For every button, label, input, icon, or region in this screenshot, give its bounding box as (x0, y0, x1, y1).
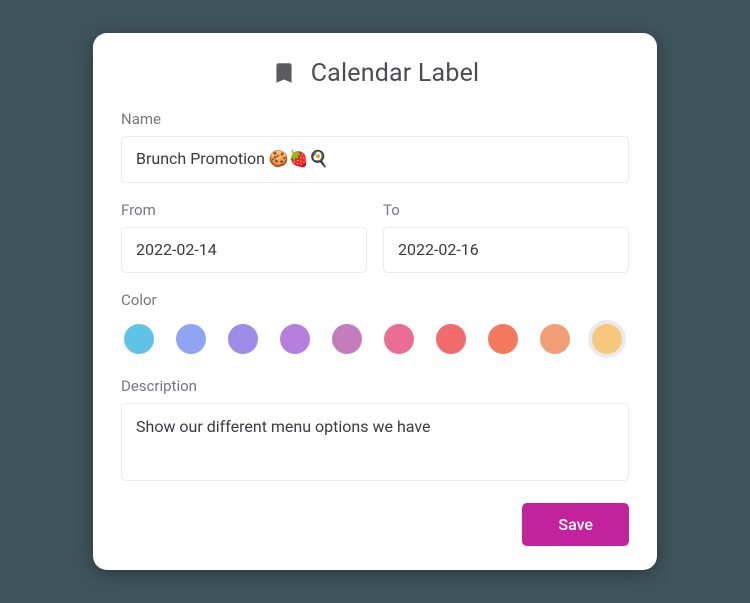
color-dot (436, 324, 466, 354)
color-swatch-8[interactable] (539, 323, 571, 355)
description-label: Description (121, 377, 629, 395)
name-label: Name (121, 110, 629, 128)
color-group: Color (121, 291, 629, 359)
to-label: To (383, 201, 629, 219)
color-swatch-4[interactable] (331, 323, 363, 355)
from-input[interactable] (121, 227, 367, 274)
color-swatch-3[interactable] (279, 323, 311, 355)
color-dot (540, 324, 570, 354)
color-swatch-0[interactable] (123, 323, 155, 355)
from-group: From (121, 201, 367, 274)
to-input[interactable] (383, 227, 629, 274)
color-dot (124, 324, 154, 354)
name-input[interactable] (121, 136, 629, 183)
dialog-header: Calendar Label (121, 59, 629, 88)
color-swatch-5[interactable] (383, 323, 415, 355)
color-swatch-7[interactable] (487, 323, 519, 355)
color-swatch-2[interactable] (227, 323, 259, 355)
save-button[interactable]: Save (522, 503, 629, 546)
dialog-title: Calendar Label (311, 59, 480, 88)
color-dot (280, 324, 310, 354)
color-dot (332, 324, 362, 354)
color-dot (592, 324, 622, 354)
color-swatch-row (121, 317, 629, 359)
dialog-footer: Save (121, 503, 629, 546)
from-label: From (121, 201, 367, 219)
color-swatch-9[interactable] (588, 320, 626, 358)
description-input[interactable] (121, 403, 629, 481)
bookmark-icon (271, 60, 297, 86)
color-dot (384, 324, 414, 354)
color-dot (228, 324, 258, 354)
color-swatch-6[interactable] (435, 323, 467, 355)
color-swatch-1[interactable] (175, 323, 207, 355)
color-label: Color (121, 291, 629, 309)
calendar-label-dialog: Calendar Label Name From To Color Descri… (93, 33, 657, 571)
color-dot (488, 324, 518, 354)
color-dot (176, 324, 206, 354)
description-group: Description (121, 377, 629, 485)
to-group: To (383, 201, 629, 274)
name-group: Name (121, 110, 629, 183)
